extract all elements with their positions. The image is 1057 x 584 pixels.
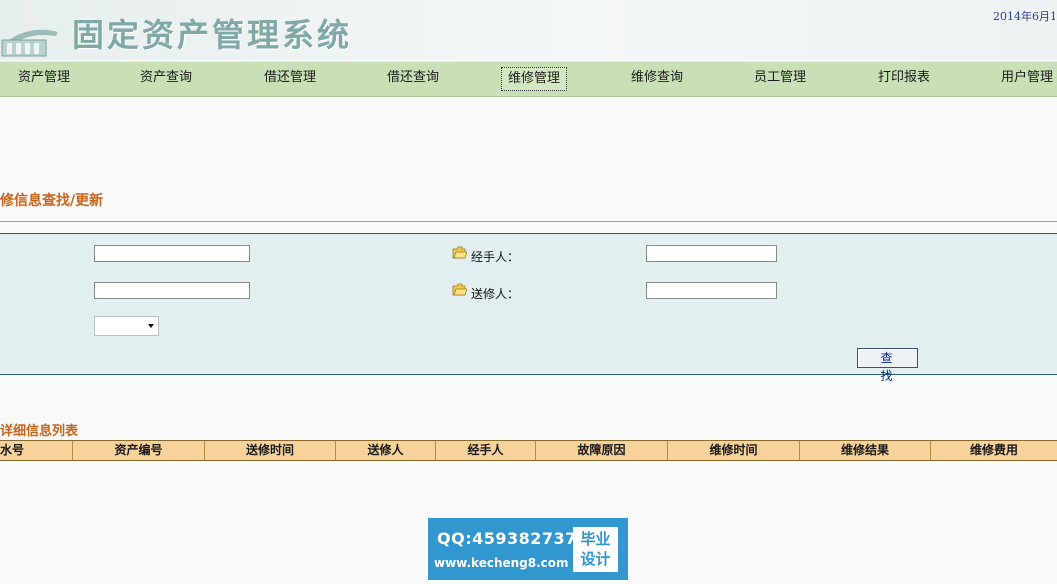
column-header-asset-number: 资产编号 [73,441,205,460]
watermark-url: www.kecheng8.com [434,556,569,570]
current-date: 2014年6月1 [993,10,1055,23]
watermark-qq: QQ:459382737 [437,529,577,548]
watermark-badge-line1: 毕业 [580,530,611,548]
handler-input[interactable] [646,245,777,262]
nav-repair-query[interactable]: 维修查询 [625,67,689,89]
header-banner: 固定资产管理系统 2014年6月1 [0,0,1057,60]
app-title: 固定资产管理系统 [72,16,353,54]
main-nav: 资产管理 资产查询 借还管理 借还查询 维修管理 维修查询 员工管理 打印报表 … [0,61,1057,97]
nav-borrow-query[interactable]: 借还查询 [381,67,445,89]
column-header-repair-cost: 维修费用 [969,443,1018,457]
column-header-sender: 送修人 [336,441,436,460]
column-header-repair-time: 维修时间 [668,441,800,460]
nav-asset-management[interactable]: 资产管理 [12,67,76,89]
sender-input[interactable] [646,282,777,299]
column-header-handler: 经手人 [436,441,536,460]
nav-asset-query[interactable]: 资产查询 [134,67,198,89]
list-title: 详细信息列表 [0,424,79,439]
chevron-down-icon [148,324,154,328]
watermark: QQ:459382737 www.kecheng8.com 毕业 设计 [428,518,628,580]
section-title: 修信息查找/更新 [0,193,104,209]
divider [0,221,1057,222]
search-panel: 经手人： 送修人： 查 找 [0,233,1057,383]
folder-icon [452,246,467,259]
column-header-send-time: 送修时间 [205,441,336,460]
search-button[interactable]: 查 找 [857,348,918,383]
watermark-badge: 毕业 设计 [573,527,618,572]
column-header-repair-result: 维修结果 [800,441,931,460]
nav-borrow-management[interactable]: 借还管理 [258,67,322,89]
nav-print-report[interactable]: 打印报表 [872,67,936,89]
table-header: 水号 资产编号 送修时间 送修人 经手人 故障原因 维修时间 维修结果 维修费用 [0,440,1057,461]
watermark-badge-line2: 设计 [580,550,611,568]
search-field-2[interactable] [94,282,250,299]
status-select[interactable] [94,316,159,336]
folder-icon [452,283,467,296]
handler-label: 经手人： [471,250,520,264]
nav-user-management[interactable]: 用户管理 [995,67,1057,89]
building-logo-icon [1,29,58,57]
column-header-fault-reason: 故障原因 [536,441,668,460]
nav-repair-management[interactable]: 维修管理 [501,67,568,91]
column-header-serial: 水号 [0,441,73,460]
sender-label: 送修人： [471,287,520,301]
search-field-1[interactable] [94,245,250,262]
nav-staff-management[interactable]: 员工管理 [748,67,812,89]
